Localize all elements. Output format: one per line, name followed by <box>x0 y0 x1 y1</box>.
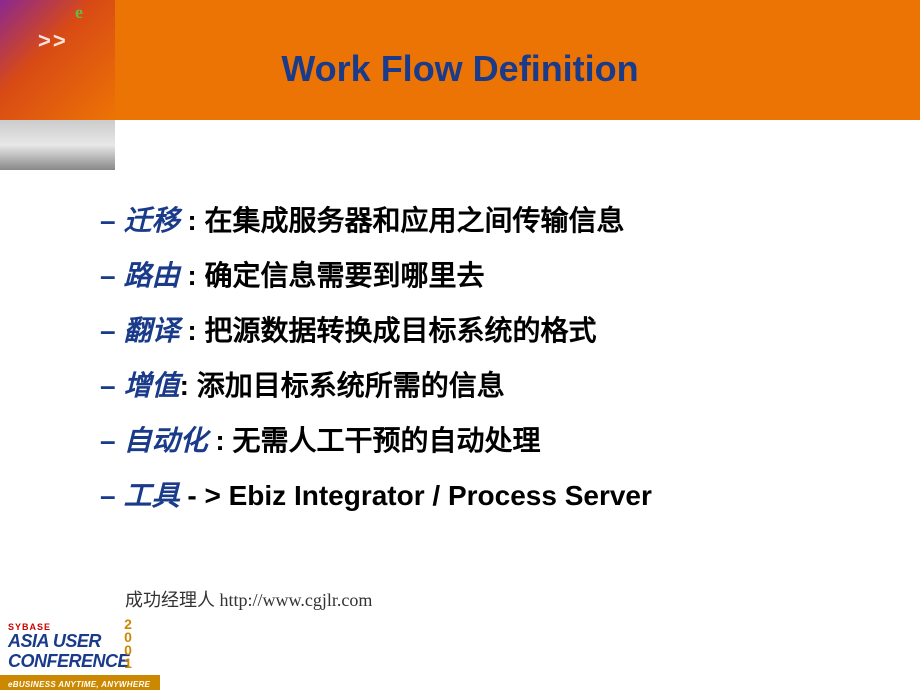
bullet-sep: : <box>180 205 205 236</box>
logo-tagline: eBUSINESS ANYTIME, ANYWHERE <box>8 680 150 689</box>
corner-metallic <box>0 120 115 170</box>
bullet-desc: 添加目标系统所需的信息 <box>197 370 505 401</box>
bullet-term: 迁移 <box>124 206 180 237</box>
bullet-item: – 工具 - > Ebiz Integrator / Process Serve… <box>100 475 860 518</box>
bullet-desc: 把源数据转换成目标系统的格式 <box>204 315 596 346</box>
bullet-sep: : <box>180 370 197 401</box>
bullet-term: 增值 <box>124 371 180 402</box>
bullet-desc: Ebiz Integrator / Process Server <box>229 480 652 511</box>
bullet-sep: : <box>180 315 205 346</box>
bullet-sep: - > <box>180 480 229 511</box>
bullet-term: 自动化 <box>124 426 208 457</box>
content-area: – 迁移 : 在集成服务器和应用之间传输信息 – 路由 : 确定信息需要到哪里去… <box>100 200 860 530</box>
logo-year: 2001 <box>120 616 136 668</box>
bullet-item: – 翻译 : 把源数据转换成目标系统的格式 <box>100 310 860 353</box>
bullet-item: – 自动化 : 无需人工干预的自动处理 <box>100 420 860 463</box>
bullet-dash: – <box>100 255 116 297</box>
bullet-dash: – <box>100 420 116 462</box>
bullet-dash: – <box>100 365 116 407</box>
bullet-term: 路由 <box>124 261 180 292</box>
bullet-term: 翻译 <box>124 316 180 347</box>
bullet-dash: – <box>100 310 116 352</box>
logo-line1: ASIA USER <box>8 631 101 652</box>
bullet-term: 工具 <box>124 481 180 512</box>
bullet-desc: 在集成服务器和应用之间传输信息 <box>204 205 624 236</box>
bullet-item: – 迁移 : 在集成服务器和应用之间传输信息 <box>100 200 860 243</box>
bullet-dash: – <box>100 200 116 242</box>
bullet-desc: 确定信息需要到哪里去 <box>204 260 484 291</box>
bullet-item: – 增值: 添加目标系统所需的信息 <box>100 365 860 408</box>
bullet-sep: : <box>208 425 233 456</box>
slide-title: Work Flow Definition <box>0 48 920 90</box>
decor-letter-e: e <box>75 2 83 23</box>
bullet-item: – 路由 : 确定信息需要到哪里去 <box>100 255 860 298</box>
bullet-desc: 无需人工干预的自动处理 <box>232 425 540 456</box>
bullet-sep: : <box>180 260 205 291</box>
conference-logo: SYBASE ASIA USER CONFERENCE 2001 eBUSINE… <box>0 615 160 690</box>
bullet-dash: – <box>100 475 116 517</box>
footer-credit: 成功经理人 http://www.cgjlr.com <box>125 586 372 612</box>
logo-line2: CONFERENCE <box>8 651 129 672</box>
